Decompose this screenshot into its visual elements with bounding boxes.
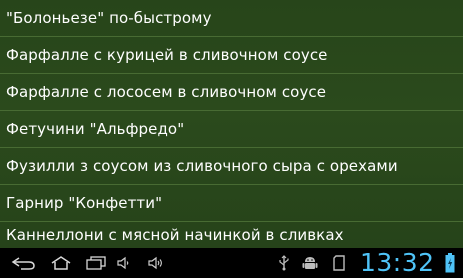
list-item-label: Фузилли з соусом из сливочного сыра с ор… bbox=[6, 157, 398, 175]
back-button[interactable] bbox=[8, 248, 40, 278]
sd-card-icon bbox=[333, 255, 345, 271]
battery-charging-icon bbox=[445, 253, 455, 273]
battery-status bbox=[443, 248, 457, 278]
list-item[interactable]: Каннеллони с мясной начинкой в сливках bbox=[0, 222, 463, 248]
list-item-label: Каннеллони с мясной начинкой в сливках bbox=[6, 226, 344, 244]
list-item-label: Гарнир "Конфетти" bbox=[6, 194, 163, 212]
android-debug-status bbox=[300, 248, 320, 278]
list-item[interactable]: Фарфалле с курицей в сливочном соусе bbox=[0, 37, 463, 74]
list-item[interactable]: Фузилли з соусом из сливочного сыра с ор… bbox=[0, 148, 463, 185]
list-item-label: Фарфалле с курицей в сливочном соусе bbox=[6, 46, 328, 64]
list-item-label: "Болоньезе" по-быстрому bbox=[6, 9, 212, 27]
usb-status bbox=[276, 248, 292, 278]
usb-icon bbox=[279, 255, 289, 271]
android-debug-icon bbox=[302, 257, 318, 269]
list-item-label: Фарфалле с лососем в сливочном соусе bbox=[6, 83, 327, 101]
back-icon bbox=[11, 257, 35, 270]
android-screen: "Болоньезе" по-быстрому Фарфалле с куриц… bbox=[0, 0, 463, 278]
list-item[interactable]: Гарнир "Конфетти" bbox=[0, 185, 463, 222]
status-clock: 13:32 bbox=[360, 248, 435, 277]
home-button[interactable] bbox=[44, 248, 78, 278]
system-navigation-bar: 13:32 bbox=[0, 248, 463, 278]
recipe-list[interactable]: "Болоньезе" по-быстрому Фарфалле с куриц… bbox=[0, 0, 463, 248]
volume-up-icon bbox=[148, 256, 162, 270]
volume-up-button[interactable] bbox=[145, 248, 167, 278]
list-item-label: Фетучини "Альфредо" bbox=[6, 120, 185, 138]
volume-down-button[interactable] bbox=[112, 248, 134, 278]
volume-down-icon bbox=[117, 256, 129, 270]
list-item[interactable]: Фетучини "Альфредо" bbox=[0, 111, 463, 148]
list-item[interactable]: "Болоньезе" по-быстрому bbox=[0, 0, 463, 37]
sd-card-status bbox=[330, 248, 348, 278]
list-item[interactable]: Фарфалле с лососем в сливочном соусе bbox=[0, 74, 463, 111]
recents-icon bbox=[86, 256, 106, 270]
home-icon bbox=[51, 256, 71, 270]
recents-button[interactable] bbox=[80, 248, 112, 278]
